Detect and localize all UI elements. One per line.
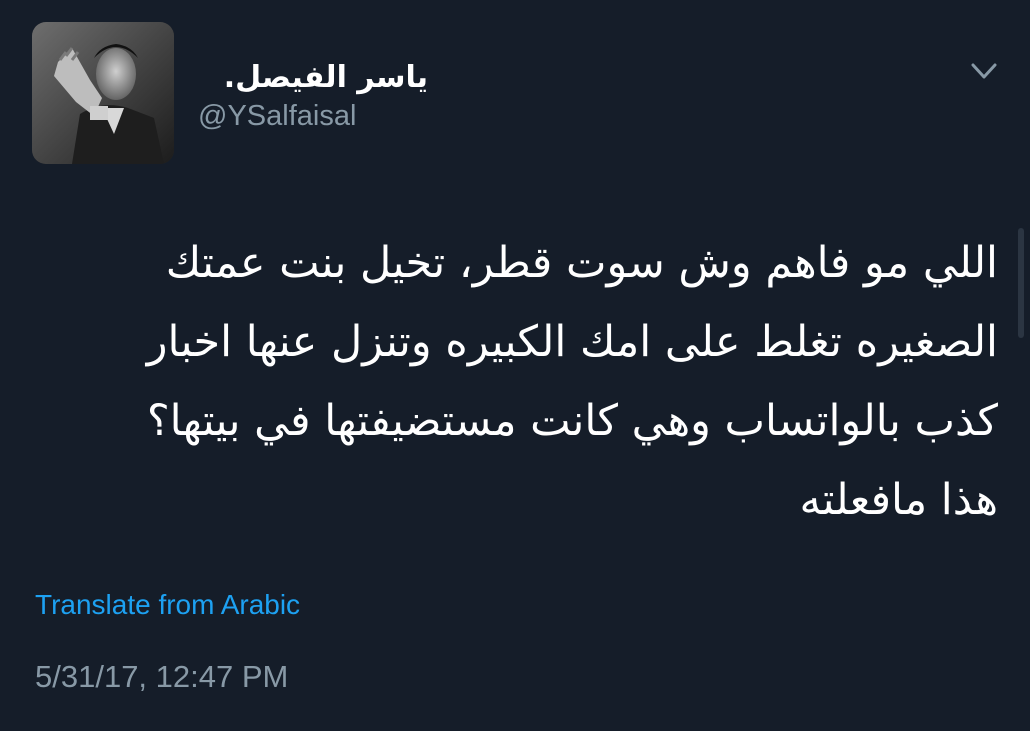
tweet-text-line: هذا مافعلته xyxy=(799,475,998,525)
tweet-text: اللي مو فاهم وش سوت قطر، تخيل بنت عمتك ا… xyxy=(30,224,998,540)
avatar[interactable] xyxy=(32,22,174,164)
chevron-down-icon[interactable] xyxy=(966,56,1002,86)
tweet-text-line: كذب بالواتساب وهي كانت مستضيفتها في بيته… xyxy=(146,396,998,446)
tweet-card: ياسر الفيصل. @YSalfaisal اللي مو فاهم وش… xyxy=(0,0,1030,731)
tweet-text-line: اللي مو فاهم وش سوت قطر، تخيل بنت عمتك xyxy=(165,238,998,288)
tweet-timestamp[interactable]: 5/31/17, 12:47 PM xyxy=(35,657,288,697)
scrollbar[interactable] xyxy=(1018,228,1024,338)
tweet-text-line: الصغيره تغلط على امك الكبيره وتنزل عنها … xyxy=(146,317,998,367)
display-name[interactable]: ياسر الفيصل. xyxy=(198,56,428,100)
profile-photo-icon xyxy=(32,22,174,164)
translate-link[interactable]: Translate from Arabic xyxy=(35,587,300,623)
user-handle[interactable]: @YSalfaisal xyxy=(198,98,356,134)
